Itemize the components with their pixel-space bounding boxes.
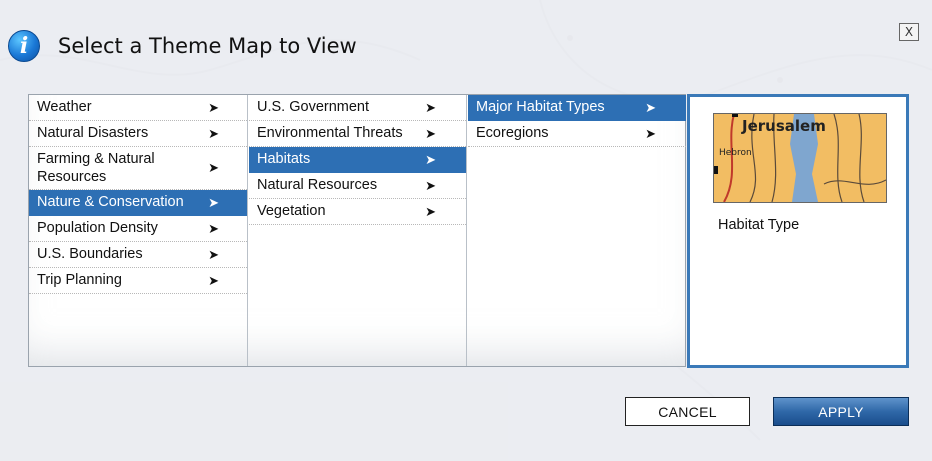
menu-item-label: Habitats bbox=[257, 151, 311, 168]
chevron-right-icon: ➤ bbox=[208, 99, 219, 115]
menu-item-farming-natural-resources[interactable]: Farming & Natural Resources ➤ bbox=[29, 147, 247, 190]
chevron-right-icon: ➤ bbox=[645, 99, 656, 115]
theme-preview: Jerusalem Hebron Habitat Type bbox=[687, 94, 909, 368]
thumbnail-town-label: Hebron bbox=[719, 148, 752, 158]
chevron-right-icon: ➤ bbox=[425, 203, 436, 219]
menu-item-label: Vegetation bbox=[257, 203, 326, 220]
menu-item-label: Major Habitat Types bbox=[476, 99, 605, 116]
menu-item-label: Ecoregions bbox=[476, 125, 549, 142]
menu-item-label: Farming & Natural Resources bbox=[37, 150, 155, 185]
chevron-right-icon: ➤ bbox=[425, 125, 436, 141]
menu-item-weather[interactable]: Weather ➤ bbox=[29, 95, 247, 121]
menu-item-ecoregions[interactable]: Ecoregions ➤ bbox=[468, 121, 686, 147]
preview-caption: Habitat Type bbox=[718, 217, 800, 233]
chevron-right-icon: ➤ bbox=[425, 177, 436, 193]
menu-item-label: Environmental Threats bbox=[257, 125, 403, 142]
apply-button[interactable]: APPLY bbox=[773, 397, 909, 426]
chevron-right-icon: ➤ bbox=[208, 246, 219, 262]
chevron-right-icon: ➤ bbox=[208, 194, 219, 210]
menu-item-population-density[interactable]: Population Density ➤ bbox=[29, 216, 247, 242]
menu-item-label: Natural Disasters bbox=[37, 125, 149, 142]
category-column: Weather ➤ Natural Disasters ➤ Farming & Natu… bbox=[29, 95, 248, 366]
menu-item-u-s-boundaries[interactable]: U.S. Boundaries ➤ bbox=[29, 242, 247, 268]
menu-item-u-s-government[interactable]: U.S. Government ➤ bbox=[249, 95, 466, 121]
theme-column: Major Habitat Types ➤ Ecoregions ➤ bbox=[468, 95, 686, 366]
menu-item-label: Trip Planning bbox=[37, 272, 122, 289]
chevron-right-icon: ➤ bbox=[208, 125, 219, 141]
subcategory-column: U.S. Government ➤ Environmental Threats ➤ Ha… bbox=[249, 95, 467, 366]
menu-item-label: Natural Resources bbox=[257, 177, 378, 194]
menu-item-label: Weather bbox=[37, 99, 92, 116]
menu-item-label: Population Density bbox=[37, 220, 158, 237]
chevron-right-icon: ➤ bbox=[645, 125, 656, 141]
menu-item-nature-conservation[interactable]: Nature & Conservation ➤ bbox=[29, 190, 247, 216]
menu-item-label: Nature & Conservation bbox=[37, 194, 184, 211]
menu-item-environmental-threats[interactable]: Environmental Threats ➤ bbox=[249, 121, 466, 147]
preview-map-thumbnail: Jerusalem Hebron bbox=[713, 113, 887, 203]
menu-item-major-habitat-types[interactable]: Major Habitat Types ➤ bbox=[468, 95, 686, 121]
menu-item-natural-resources[interactable]: Natural Resources ➤ bbox=[249, 173, 466, 199]
dialog-title: Select a Theme Map to View bbox=[58, 34, 357, 58]
menu-item-natural-disasters[interactable]: Natural Disasters ➤ bbox=[29, 121, 247, 147]
chevron-right-icon: ➤ bbox=[208, 272, 219, 288]
chevron-right-icon: ➤ bbox=[425, 151, 436, 167]
dialog-header: i Select a Theme Map to View bbox=[8, 26, 357, 66]
thumbnail-city-label: Jerusalem bbox=[742, 117, 826, 135]
chevron-right-icon: ➤ bbox=[208, 220, 219, 236]
menu-item-label: U.S. Boundaries bbox=[37, 246, 143, 263]
menu-item-habitats[interactable]: Habitats ➤ bbox=[249, 147, 466, 173]
chevron-right-icon: ➤ bbox=[208, 159, 219, 175]
menu-item-vegetation[interactable]: Vegetation ➤ bbox=[249, 199, 466, 225]
cancel-button[interactable]: CANCEL bbox=[625, 397, 750, 426]
info-icon: i bbox=[8, 30, 40, 62]
chevron-right-icon: ➤ bbox=[425, 99, 436, 115]
theme-map-dialog: i Select a Theme Map to View X Weather ➤ N… bbox=[0, 0, 932, 461]
close-button[interactable]: X bbox=[899, 23, 919, 41]
menu-item-label: U.S. Government bbox=[257, 99, 370, 116]
menu-item-trip-planning[interactable]: Trip Planning ➤ bbox=[29, 268, 247, 294]
